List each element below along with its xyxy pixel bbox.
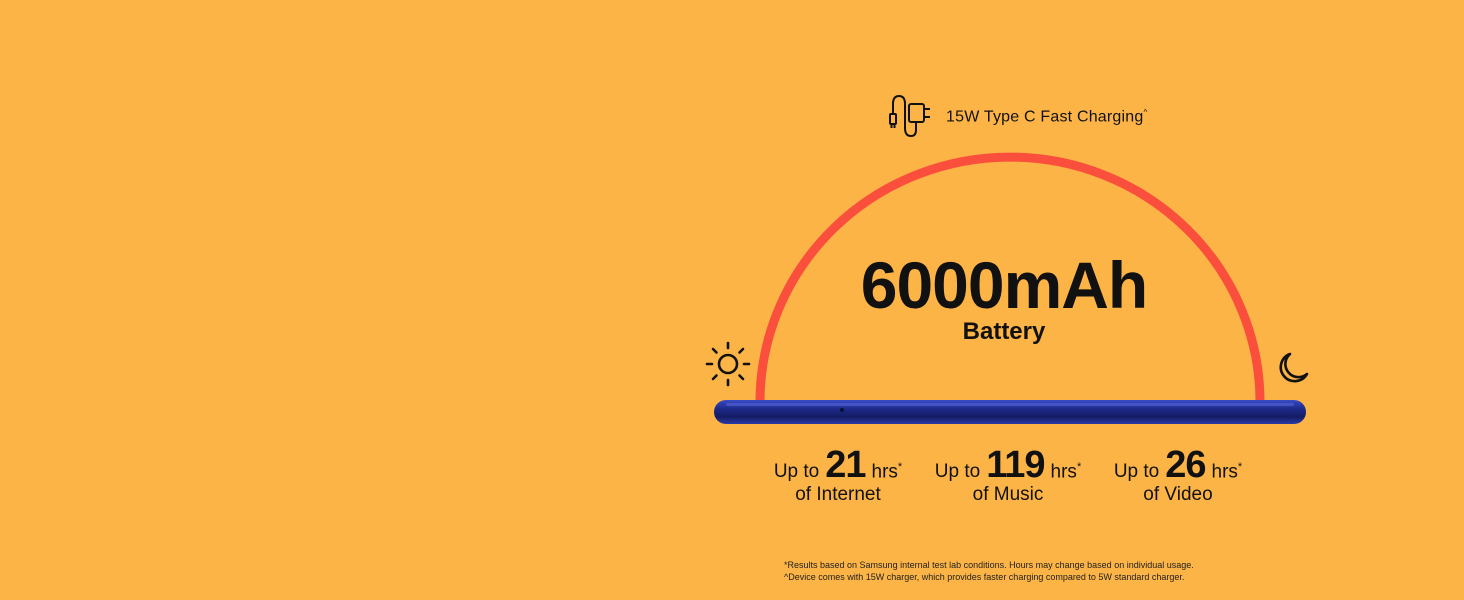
footnote-results: *Results based on Samsung internal test … (784, 560, 1194, 570)
stat-music: Up to 119 hrs* of Music (935, 444, 1081, 506)
stat-value: 21 (825, 444, 866, 486)
stat-unit: hrs* (1211, 460, 1243, 482)
fast-charging-label: 15W Type C Fast Charging^ (946, 107, 1148, 126)
stat-internet: Up to 21 hrs* of Internet (773, 444, 903, 506)
stat-unit: hrs* (871, 460, 903, 482)
stat-prefix: Up to (1113, 461, 1160, 482)
stat-prefix: Up to (773, 461, 820, 482)
stat-label: of Video (1143, 484, 1213, 505)
phone-edge (714, 400, 1306, 424)
footnotes: *Results based on Samsung internal test … (784, 559, 1194, 583)
stat-unit: hrs* (1050, 460, 1082, 482)
stat-value: 26 (1165, 444, 1206, 486)
stat-label: of Internet (795, 484, 881, 505)
footnote-charger: ^Device comes with 15W charger, which pr… (784, 572, 1185, 582)
sun-icon (705, 341, 751, 387)
stat-label: of Music (972, 484, 1044, 505)
stat-prefix: Up to (934, 461, 981, 482)
charger-cable-icon (889, 94, 930, 138)
battery-label: Battery (962, 318, 1046, 345)
usage-stats: Up to 21 hrs* of Internet Up to 119 hrs*… (760, 446, 1260, 516)
stat-video: Up to 26 hrs* of Video (1113, 444, 1243, 506)
moon-icon (1279, 352, 1309, 383)
battery-capacity: 6000mAh (860, 248, 1149, 322)
battery-banner: 15W Type C Fast Charging^ 6000mAh Batter… (0, 0, 1464, 600)
fast-charging-feature: 15W Type C Fast Charging^ (886, 92, 1147, 142)
stat-value: 119 (986, 444, 1045, 486)
